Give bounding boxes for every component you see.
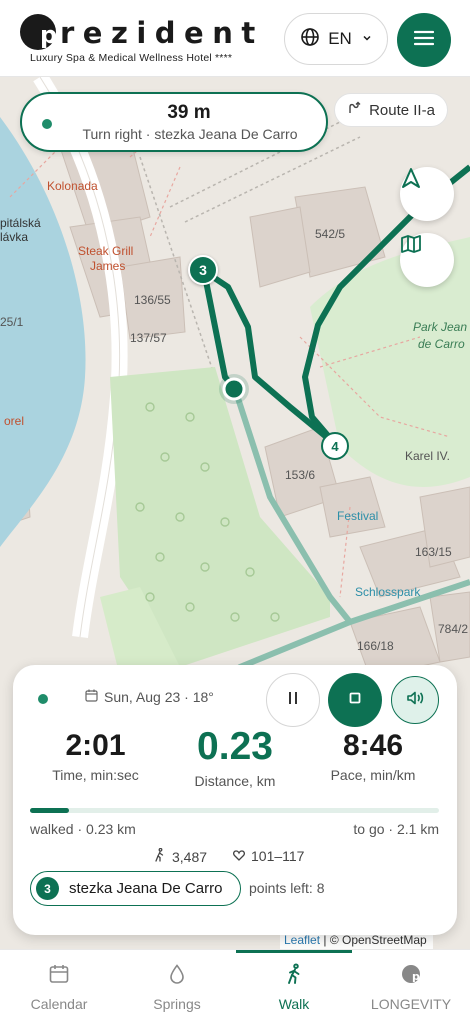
distance-stat: 0.23 Distance, km <box>170 725 300 789</box>
map-label-orel: orel <box>4 414 25 428</box>
next-point-name: stezka Jeana De Carro <box>69 880 223 897</box>
logo-p-badge: p <box>20 14 57 50</box>
walking-person-icon <box>283 963 305 990</box>
map-attribution: Leaflet | © OpenStreetMap <box>280 933 433 949</box>
pace-stat: 8:46 Pace, min/km <box>313 729 433 783</box>
walked-distance: walked · 0.23 km <box>30 821 136 837</box>
route-selector-chip[interactable]: Route II-a <box>334 93 448 127</box>
map-layers-button[interactable] <box>400 233 454 287</box>
map-label-542-5: 542/5 <box>315 227 346 241</box>
map-label-spitalska: pitálská <box>0 216 41 230</box>
next-point-pill[interactable]: 3 stezka Jeana De Carro <box>30 871 241 906</box>
route-progress-fill <box>30 808 69 813</box>
steps-count: 3,487 <box>153 847 208 865</box>
map-label-schlosspark: Schlosspark <box>355 585 421 599</box>
svg-text:p: p <box>412 970 420 983</box>
map-label-park-1: Park Jean <box>413 320 468 334</box>
pause-button[interactable] <box>266 673 320 727</box>
water-drop-icon <box>166 963 188 990</box>
calendar-icon <box>85 689 98 705</box>
route-progress-bar <box>30 808 439 813</box>
map-label-163-15: 163/15 <box>415 545 452 559</box>
longevity-logo-icon: p <box>400 963 422 990</box>
language-code: EN <box>328 29 352 48</box>
steps-value: 3,487 <box>172 848 208 865</box>
map-label-james: James <box>90 259 126 273</box>
pace-label: Pace, min/km <box>330 767 416 783</box>
route-point-3-marker[interactable]: 3 <box>188 255 218 285</box>
stop-icon <box>349 691 361 709</box>
turn-instruction-card[interactable]: 39 m Turn right · stezka Jeana De Carro <box>20 92 328 152</box>
attribution-separator: | © <box>320 933 342 947</box>
pause-icon <box>287 691 299 710</box>
nav-longevity-label: LONGEVITY <box>370 996 452 1012</box>
speaker-icon <box>406 690 424 711</box>
recenter-button[interactable] <box>400 167 454 221</box>
map-label-166-18: 166/18 <box>357 639 394 653</box>
menu-button[interactable] <box>397 13 451 67</box>
walking-person-icon <box>153 847 166 865</box>
map-label-steak-grill: Steak Grill <box>78 244 134 258</box>
time-stat: 2:01 Time, min:sec <box>33 729 158 783</box>
map-label-136-55: 136/55 <box>134 293 171 307</box>
svg-text:p: p <box>40 21 56 49</box>
voice-guidance-toggle[interactable] <box>391 676 439 724</box>
map-label-25-1: 25/1 <box>0 315 24 329</box>
nav-calendar[interactable]: Calendar <box>0 950 118 1017</box>
turn-instruction: Turn right · stezka Jeana De Carro <box>82 126 298 142</box>
map-label-lavka: lávka <box>0 230 29 244</box>
walk-stats-panel: Sun, Aug 23 · 18° 2:01 Time, min:sec 0.2… <box>13 665 457 935</box>
remaining-distance: to go · 2.1 km <box>353 821 439 837</box>
distance-label: Distance, km <box>194 773 276 789</box>
map-label-karel: Karel IV. <box>405 449 450 463</box>
pace-value: 8:46 <box>342 729 404 762</box>
turn-distance: 39 m <box>167 102 211 123</box>
map-label-784-2: 784/2 <box>438 622 469 636</box>
map-label-153-6: 153/6 <box>285 468 316 482</box>
heart-icon <box>233 848 245 864</box>
calendar-icon <box>48 963 70 990</box>
nav-calendar-label: Calendar <box>30 996 88 1012</box>
bottom-navigation: Calendar Springs Walk p LONGEVITY <box>0 949 470 1017</box>
distance-value: 0.23 <box>197 725 273 768</box>
recording-dot <box>38 694 48 704</box>
map-label-park-2: de Carro <box>418 337 465 351</box>
globe-icon <box>300 27 320 52</box>
route-point-4-marker[interactable]: 4 <box>321 432 349 460</box>
map-label-kolonada: Kolonada <box>47 179 98 193</box>
osm-link[interactable]: OpenStreetMap <box>342 933 427 947</box>
nav-longevity[interactable]: p LONGEVITY <box>352 950 470 1017</box>
live-status-dot <box>42 119 52 129</box>
points-left: points left: 8 <box>249 880 325 896</box>
map-label-137-57: 137/57 <box>130 331 167 345</box>
logo-tagline: Luxury Spa & Medical Wellness Hotel **** <box>30 52 233 64</box>
chevron-down-icon <box>362 33 372 46</box>
nav-walk[interactable]: Walk <box>236 950 352 1017</box>
heart-rate: 101–117 <box>233 848 304 864</box>
stop-button[interactable] <box>328 673 382 727</box>
nav-springs[interactable]: Springs <box>118 950 236 1017</box>
app-header: p rezident Luxury Spa & Medical Wellness… <box>0 0 470 77</box>
language-selector[interactable]: EN <box>284 13 388 65</box>
brand-logo[interactable]: p rezident Luxury Spa & Medical Wellness… <box>18 12 268 68</box>
route-icon <box>347 101 361 119</box>
next-point-number: 3 <box>36 877 59 900</box>
walk-date-text: Sun, Aug 23 · 18° <box>104 689 214 705</box>
logo-wordmark: rezident <box>60 16 264 50</box>
hamburger-icon <box>413 30 435 51</box>
map-label-festival: Festival <box>337 509 379 523</box>
walk-date-weather: Sun, Aug 23 · 18° <box>85 689 214 705</box>
time-value: 2:01 <box>65 729 126 762</box>
heart-rate-value: 101–117 <box>251 848 305 864</box>
time-label: Time, min:sec <box>52 767 139 783</box>
leaflet-link[interactable]: Leaflet <box>284 933 320 947</box>
nav-walk-label: Walk <box>278 996 310 1012</box>
route-label: Route II-a <box>369 101 435 119</box>
nav-springs-label: Springs <box>153 996 201 1012</box>
